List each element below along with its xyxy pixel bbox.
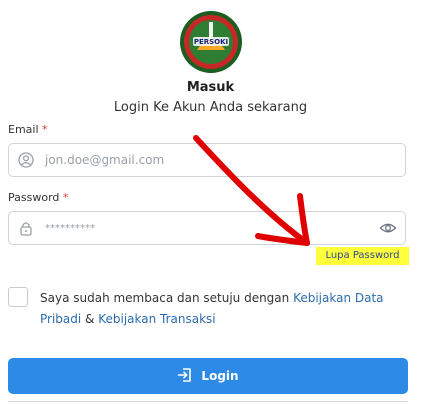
email-label: Email * [8, 123, 48, 136]
login-arrow-icon [177, 367, 193, 386]
login-button[interactable]: Login [8, 358, 408, 394]
email-placeholder: jon.doe@gmail.com [45, 153, 165, 167]
password-field[interactable]: ********** [8, 211, 406, 245]
page-subtitle: Login Ke Akun Anda sekarang [113, 100, 308, 115]
email-label-text: Email [8, 123, 39, 136]
agreement-joiner: & [81, 312, 99, 326]
agreement-text: Saya sudah membaca dan setuju dengan Keb… [40, 288, 410, 330]
transaction-policy-link[interactable]: Kebijakan Transaksi [98, 312, 215, 326]
password-required-mark: * [62, 191, 69, 204]
password-label-text: Password [8, 191, 60, 204]
eye-icon[interactable] [379, 220, 397, 236]
login-button-label: Login [201, 369, 239, 383]
page-title: Masuk [186, 80, 235, 95]
email-required-mark: * [42, 123, 48, 136]
lock-icon [18, 220, 34, 236]
password-label: Password * [8, 191, 68, 204]
password-placeholder: ********** [45, 223, 95, 234]
email-field[interactable]: jon.doe@gmail.com [8, 143, 406, 177]
forgot-password-link[interactable]: Lupa Password [316, 247, 409, 265]
user-circle-icon [18, 152, 34, 168]
bottom-divider [8, 401, 408, 402]
agreement-text-before: Saya sudah membaca dan setuju dengan [40, 291, 294, 305]
agreement-checkbox[interactable] [8, 287, 28, 307]
logo-text: PERSOKI [194, 38, 228, 46]
app-logo: PERSOKI [179, 10, 243, 74]
